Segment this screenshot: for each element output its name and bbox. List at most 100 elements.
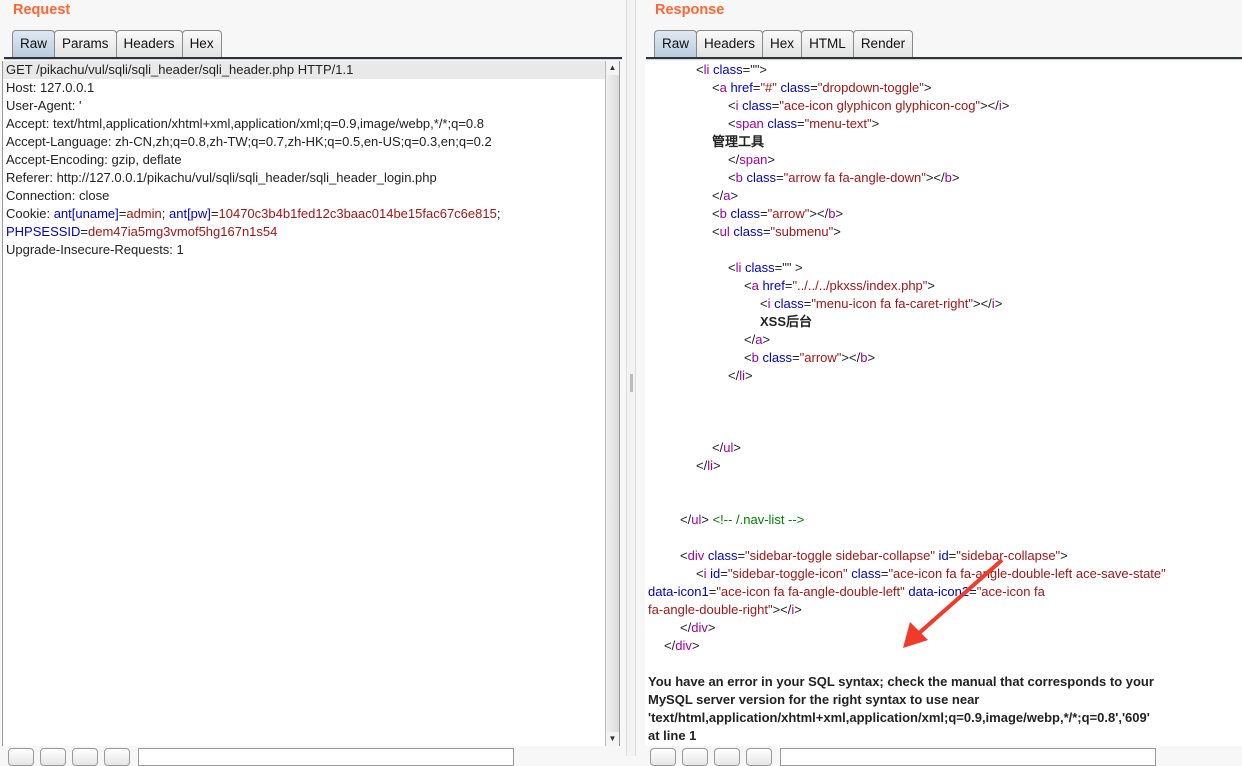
code-token: fa-angle-double-right" bbox=[648, 602, 773, 617]
tab-headers[interactable]: Headers bbox=[696, 30, 764, 57]
code-token: "arrow fa fa-angle-down" bbox=[783, 170, 926, 185]
code-token: < bbox=[648, 98, 736, 113]
code-token: ant[uname] bbox=[53, 206, 119, 221]
code-token: 管理工具 bbox=[648, 134, 765, 149]
code-line: Host: 127.0.0.1 bbox=[3, 79, 619, 97]
tab-html[interactable]: HTML bbox=[801, 30, 854, 57]
code-line: MySQL server version for the right synta… bbox=[645, 691, 1242, 709]
code-token: > bbox=[730, 188, 739, 203]
code-token: < bbox=[648, 566, 704, 581]
code-token: class bbox=[738, 98, 772, 113]
code-token: < bbox=[648, 170, 736, 185]
code-token: </ bbox=[648, 152, 740, 167]
divider-grip-icon[interactable] bbox=[630, 374, 633, 392]
code-token: "ace-icon fa bbox=[976, 584, 1045, 599]
code-token: class bbox=[758, 350, 793, 365]
code-token: ></ bbox=[973, 296, 992, 311]
code-token: < bbox=[648, 206, 720, 221]
code-token: class bbox=[763, 116, 798, 131]
code-token: MySQL server version for the right synta… bbox=[648, 692, 980, 707]
code-token: Connection: close bbox=[6, 188, 110, 203]
code-token: = bbox=[210, 206, 219, 221]
code-token: > bbox=[951, 170, 960, 185]
code-token: "ace-icon fa fa-angle-double-left ace-sa… bbox=[888, 566, 1166, 581]
request-scrollbar[interactable]: ▲ ▼ bbox=[605, 61, 619, 746]
code-token: > bbox=[691, 638, 700, 653]
code-line: </div> bbox=[645, 619, 1242, 637]
code-token: "../../../pkxss/index.php" bbox=[792, 278, 928, 293]
code-token: data-icon1 bbox=[648, 584, 709, 599]
tab-headers[interactable]: Headers bbox=[115, 30, 183, 57]
code-token: at line 1 bbox=[648, 728, 697, 743]
code-token: You have an error in your SQL syntax; ch… bbox=[648, 674, 1154, 689]
code-token: "arrow" bbox=[799, 350, 842, 365]
code-token: > bbox=[794, 602, 802, 617]
scroll-up-icon[interactable]: ▲ bbox=[606, 61, 619, 75]
code-line: <i id="sidebar-toggle-icon" class="ace-i… bbox=[645, 565, 1242, 583]
tab-raw[interactable]: Raw bbox=[654, 30, 698, 57]
response-editor[interactable]: <li class=""> <a href="#" class="dropdow… bbox=[645, 61, 1242, 746]
previous-button[interactable] bbox=[40, 748, 66, 766]
code-token: = bbox=[80, 224, 89, 239]
code-token: span bbox=[739, 152, 768, 167]
code-token: "dropdown-toggle" bbox=[817, 80, 924, 95]
code-token: < bbox=[648, 278, 752, 293]
response-search-bar bbox=[650, 748, 1156, 766]
code-line: fa-angle-double-right"></i> bbox=[645, 601, 1242, 619]
code-token: </ bbox=[648, 368, 740, 383]
code-token: < bbox=[648, 116, 736, 131]
tab-params[interactable]: Params bbox=[54, 30, 117, 57]
help-button[interactable] bbox=[8, 748, 34, 766]
request-search-input[interactable] bbox=[138, 748, 514, 766]
code-line: PHPSESSID=dem47ia5mg3vmof5hg167n1s54 bbox=[3, 223, 619, 241]
code-token: ></ bbox=[980, 98, 999, 113]
scroll-down-icon[interactable]: ▼ bbox=[606, 732, 619, 746]
tab-render[interactable]: Render bbox=[852, 30, 914, 57]
next-button[interactable] bbox=[746, 748, 772, 766]
code-token: "submenu" bbox=[770, 224, 834, 239]
pane-divider[interactable] bbox=[626, 0, 636, 756]
code-token: class bbox=[776, 80, 811, 95]
code-token: "menu-icon fa fa-caret-right" bbox=[811, 296, 973, 311]
help-button[interactable] bbox=[650, 748, 676, 766]
request-editor[interactable]: GET /pikachu/vul/sqli/sqli_header/sqli_h… bbox=[2, 61, 620, 746]
code-line: <a href="../../../pkxss/index.php"> bbox=[645, 277, 1242, 295]
code-line: Accept: text/html,application/xhtml+xml,… bbox=[3, 115, 619, 133]
code-token: Referer: http://127.0.0.1/pikachu/vul/sq… bbox=[6, 170, 437, 185]
code-token: < bbox=[648, 62, 704, 77]
code-token: User-Agent: ' bbox=[6, 98, 82, 113]
code-token: = bbox=[737, 548, 746, 563]
code-line: Accept-Language: zh-CN,zh;q=0.8,zh-TW;q=… bbox=[3, 133, 619, 151]
tab-raw[interactable]: Raw bbox=[12, 30, 56, 57]
code-line: </div> bbox=[645, 637, 1242, 655]
code-line: </li> bbox=[645, 457, 1242, 475]
code-token: div bbox=[691, 620, 708, 635]
code-token: > bbox=[923, 80, 932, 95]
code-line: <b class="arrow fa fa-angle-down"></b> bbox=[645, 169, 1242, 187]
code-token: </ bbox=[648, 440, 724, 455]
tab-hex[interactable]: Hex bbox=[181, 30, 222, 57]
code-token: < bbox=[648, 350, 752, 365]
response-title: Response bbox=[655, 2, 725, 18]
code-token: Upgrade-Insecure-Requests: 1 bbox=[6, 242, 184, 257]
add-button[interactable] bbox=[72, 748, 98, 766]
code-line: </ul> <!-- /.nav-list --> bbox=[645, 511, 1242, 529]
response-search-input[interactable] bbox=[780, 748, 1156, 766]
previous-button[interactable] bbox=[682, 748, 708, 766]
tab-hex[interactable]: Hex bbox=[762, 30, 803, 57]
code-token: > bbox=[745, 368, 753, 383]
request-lines: GET /pikachu/vul/sqli/sqli_header/sqli_h… bbox=[3, 61, 619, 259]
code-line: <i class="menu-icon fa fa-caret-right"><… bbox=[645, 295, 1242, 313]
code-token: < bbox=[648, 548, 688, 563]
code-token: Accept-Encoding: gzip, deflate bbox=[6, 152, 182, 167]
code-token: = bbox=[720, 566, 728, 581]
code-line: </span> bbox=[645, 151, 1242, 169]
code-token: ul bbox=[719, 224, 730, 239]
code-token: class bbox=[741, 260, 775, 275]
next-button[interactable] bbox=[104, 748, 130, 766]
add-button[interactable] bbox=[714, 748, 740, 766]
code-line: 管理工具 bbox=[645, 133, 1242, 151]
